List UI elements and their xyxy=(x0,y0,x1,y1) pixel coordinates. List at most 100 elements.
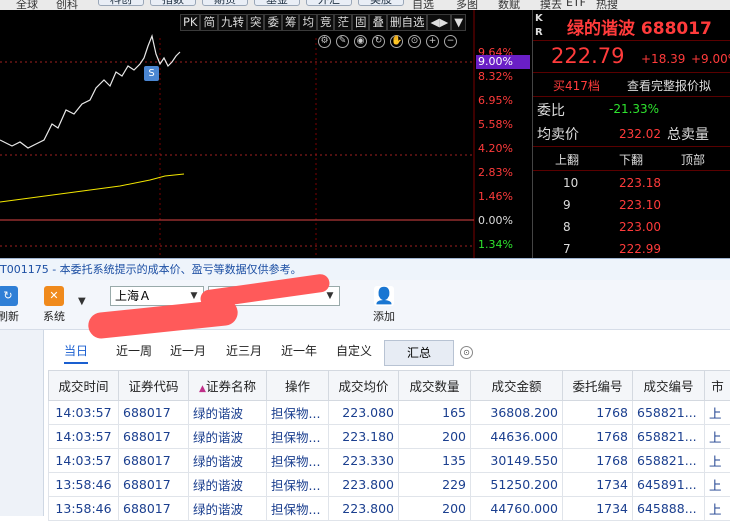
cell-avg-price: 223.330 xyxy=(329,449,399,473)
menu-data[interactable]: 数赋 xyxy=(498,0,520,10)
pct-label: 1.34% xyxy=(478,238,513,251)
menu-index[interactable]: 指数 xyxy=(150,0,196,6)
tab-month[interactable]: 近一月 xyxy=(170,342,206,359)
tool-fixed[interactable]: 固 xyxy=(352,14,370,31)
tool-break[interactable]: 突 xyxy=(247,14,265,31)
tab-today[interactable]: 当日 xyxy=(64,342,88,364)
summary-button[interactable]: 汇总 xyxy=(384,340,454,366)
menu-multi-chart[interactable]: 多图 xyxy=(456,0,478,10)
page-down-button[interactable]: 下翻 xyxy=(619,151,643,168)
col-time[interactable]: 成交时间 xyxy=(49,371,119,401)
cell-action: 担保物... xyxy=(267,473,329,497)
table-row[interactable]: 14:03:57 688017 绿的谐波 担保物... 223.330 135 … xyxy=(49,449,730,473)
system-dropdown-arrow[interactable]: ▼ xyxy=(78,296,86,307)
options-icon[interactable]: ⊙ xyxy=(460,346,473,359)
cell-qty: 200 xyxy=(399,425,471,449)
tool-play[interactable]: ◀▶ xyxy=(427,14,451,31)
tool-simple[interactable]: 简 xyxy=(200,14,218,31)
tool-avg[interactable]: 均 xyxy=(299,14,317,31)
cell-code: 688017 xyxy=(119,449,189,473)
refresh-icon[interactable]: ↻ xyxy=(372,35,385,48)
col-trade-no[interactable]: 成交编号 xyxy=(633,371,705,401)
col-market[interactable]: 市 xyxy=(705,371,730,401)
tool-dropdown[interactable]: ▼ xyxy=(451,14,466,31)
pen-icon[interactable]: ✎ xyxy=(336,35,349,48)
eye-icon[interactable]: ◉ xyxy=(354,35,367,48)
tools-icon: ✕ xyxy=(44,286,64,306)
cell-order-no: 1734 xyxy=(563,497,633,521)
cell-trade-no: 658821... xyxy=(633,401,705,425)
table-row[interactable]: 14:03:57 688017 绿的谐波 担保物... 223.180 200 … xyxy=(49,425,730,449)
cell-time: 14:03:57 xyxy=(49,449,119,473)
col-code[interactable]: 证券代码 xyxy=(119,371,189,401)
cell-qty: 229 xyxy=(399,473,471,497)
tool-remove-watch[interactable]: 删自选 xyxy=(387,14,428,31)
cell-order-no: 1768 xyxy=(563,401,633,425)
buy-sell-marker[interactable]: S xyxy=(144,66,159,81)
col-order-no[interactable]: 委托编号 xyxy=(563,371,633,401)
tab-custom[interactable]: 自定义 xyxy=(336,342,372,359)
quote-sidebar: K R 绿的谐波 688017 222.79 +18.39 +9.00% 买41… xyxy=(532,10,730,258)
cell-time: 14:03:57 xyxy=(49,401,119,425)
menu-etf[interactable]: ETF xyxy=(566,0,586,9)
avg-sell-value: 232.02 xyxy=(619,127,661,141)
refresh-icon: ↻ xyxy=(0,286,18,306)
system-button[interactable]: ✕ 系统 xyxy=(34,286,74,324)
tool-order[interactable]: 委 xyxy=(264,14,282,31)
menu-forex[interactable]: 外汇 xyxy=(306,0,352,6)
tool-nine-turn[interactable]: 九转 xyxy=(218,14,247,31)
zoom-out-icon[interactable]: − xyxy=(444,35,457,48)
weibi-value: -21.33% xyxy=(609,102,659,116)
cell-market: 上 xyxy=(705,449,730,473)
level-price: 223.00 xyxy=(619,220,661,234)
level-price: 223.18 xyxy=(619,176,661,190)
menu-us-stocks[interactable]: 美股 xyxy=(358,0,404,6)
col-action[interactable]: 操作 xyxy=(267,371,329,401)
pct-label: 5.58% xyxy=(478,118,513,131)
buy-levels-button[interactable]: 买417档 xyxy=(553,77,600,94)
menu-fund[interactable]: 基金 xyxy=(254,0,300,6)
menu-hot[interactable]: 热搜 xyxy=(596,0,618,10)
tool-overlay[interactable]: 叠 xyxy=(369,14,387,31)
col-avg-price[interactable]: 成交均价 xyxy=(329,371,399,401)
menu-chuangke[interactable]: 创科 xyxy=(56,0,78,10)
col-qty[interactable]: 成交数量 xyxy=(399,371,471,401)
refresh-button[interactable]: ↻ 刷新 xyxy=(0,286,28,324)
cell-name: 绿的谐波 xyxy=(189,401,267,425)
avg-sell-label: 均卖价 xyxy=(537,124,579,144)
tool-pk[interactable]: PK xyxy=(180,14,200,31)
col-amount[interactable]: 成交金额 xyxy=(471,371,563,401)
table-row[interactable]: 13:58:46 688017 绿的谐波 担保物... 223.800 229 … xyxy=(49,473,730,497)
chart-tool-strip: PK 简 九转 突 委 筹 均 竞 茫 固 叠 删自选 ◀▶ ▼ xyxy=(180,14,466,31)
chart-icon-row: ⚙ ✎ ◉ ↻ ✋ ⊙ + − xyxy=(318,35,457,48)
table-row[interactable]: 14:03:57 688017 绿的谐波 担保物... 223.080 165 … xyxy=(49,401,730,425)
target-icon[interactable]: ⊙ xyxy=(408,35,421,48)
notice-bar: T001175 - 本委托系统提示的成本价、盈亏等数据仅供参考。 xyxy=(0,258,730,280)
add-button[interactable]: 👤 添加 xyxy=(362,286,406,324)
tool-chips[interactable]: 筹 xyxy=(282,14,300,31)
tab-3months[interactable]: 近三月 xyxy=(226,342,262,359)
cell-qty: 165 xyxy=(399,401,471,425)
top-button[interactable]: 顶部 xyxy=(681,151,705,168)
zoom-in-icon[interactable]: + xyxy=(426,35,439,48)
tool-mang[interactable]: 茫 xyxy=(334,14,352,31)
menu-watchlist[interactable]: 自选 xyxy=(412,0,434,10)
tab-year[interactable]: 近一年 xyxy=(281,342,317,359)
cell-code: 688017 xyxy=(119,401,189,425)
tool-auction[interactable]: 竞 xyxy=(317,14,335,31)
cell-action: 担保物... xyxy=(267,425,329,449)
stock-name: 绿的谐波 688017 xyxy=(567,14,712,39)
settings-icon[interactable]: ⚙ xyxy=(318,35,331,48)
hand-icon[interactable]: ✋ xyxy=(390,35,403,48)
menu-search[interactable]: 摸去 xyxy=(540,0,562,10)
full-quote-button[interactable]: 查看完整报价拟 xyxy=(627,77,711,94)
col-name[interactable]: ▲证券名称 xyxy=(189,371,267,401)
tab-week[interactable]: 近一周 xyxy=(116,342,152,359)
menu-kechuang[interactable]: 科创 xyxy=(98,0,144,6)
page-up-button[interactable]: 上翻 xyxy=(555,151,579,168)
table-row[interactable]: 13:58:46 688017 绿的谐波 担保物... 223.800 200 … xyxy=(49,497,730,521)
menu-global[interactable]: 全球 xyxy=(16,0,38,10)
level-number: 8 xyxy=(563,220,571,234)
menu-futures[interactable]: 期货 xyxy=(202,0,248,6)
cell-avg-price: 223.800 xyxy=(329,497,399,521)
